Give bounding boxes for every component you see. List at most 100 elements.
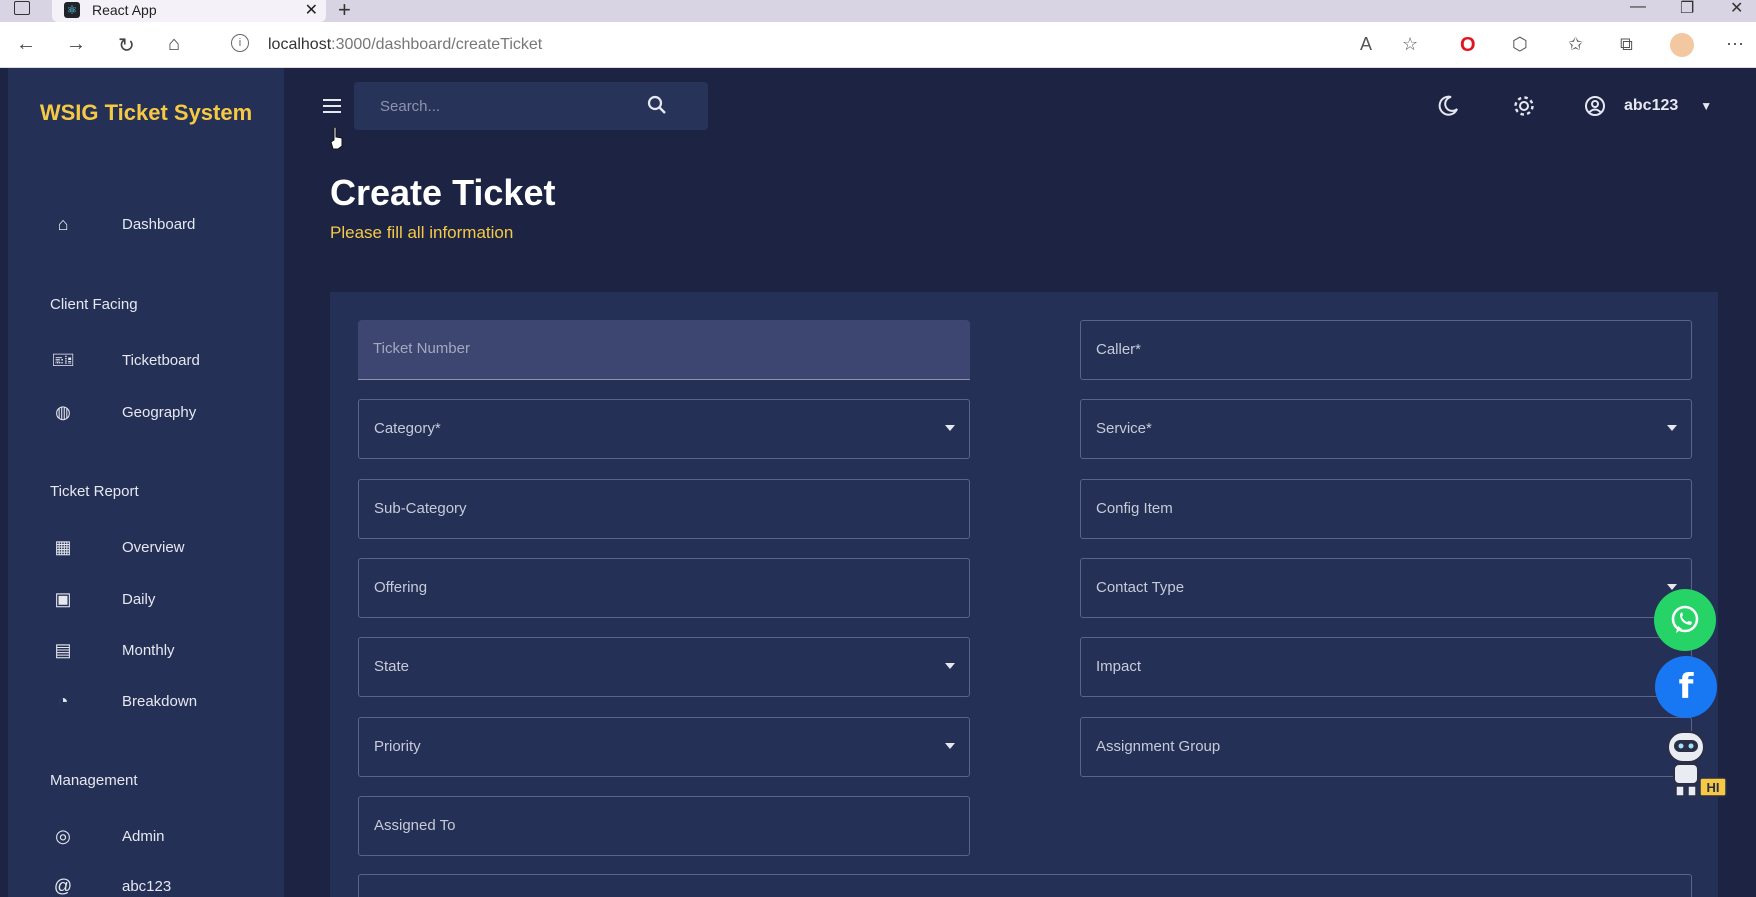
sidebar-item-label: Dashboard <box>122 215 196 233</box>
field-label: Caller* <box>1096 341 1142 358</box>
dark-mode-icon[interactable] <box>1436 94 1460 118</box>
calendar-icon: ▣ <box>54 588 72 609</box>
chevron-down-icon: ▼ <box>1700 99 1713 113</box>
user-circle-icon <box>1585 96 1605 116</box>
assignment-group-field[interactable]: Assignment Group <box>1080 717 1692 777</box>
page-title: Create Ticket <box>330 172 556 213</box>
bot-badge-text: HI <box>1707 780 1720 795</box>
create-ticket-form: Ticket Number Caller* Category* Service*… <box>330 292 1718 897</box>
sidebar-item-geography[interactable]: ◍ Geography <box>50 400 196 424</box>
menu-icon[interactable] <box>322 98 342 114</box>
page-subtitle: Please fill all information <box>330 223 514 242</box>
new-tab-icon[interactable]: + <box>338 0 351 23</box>
dropdown-arrow-icon <box>945 743 955 749</box>
category-select[interactable]: Category* <box>358 399 970 459</box>
sidebar-footer-user[interactable]: @ abc123 <box>50 874 171 897</box>
section-management: Management <box>50 772 138 789</box>
sidebar-toggle-icon[interactable] <box>14 1 30 15</box>
impact-select[interactable]: Impact <box>1080 637 1692 697</box>
site-info-icon[interactable]: i <box>231 34 249 52</box>
field-label: Assigned To <box>374 817 456 834</box>
whatsapp-icon <box>1671 605 1699 633</box>
react-icon: ⚛ <box>64 2 80 18</box>
restore-icon[interactable]: ❐ <box>1680 0 1694 18</box>
sidebar-item-monthly[interactable]: ▤ Monthly <box>50 638 174 662</box>
service-select[interactable]: Service* <box>1080 399 1692 459</box>
sidebar-item-label: Daily <box>122 590 156 608</box>
favorites-icon[interactable]: ✩ <box>1568 34 1583 55</box>
field-label: Category* <box>374 420 441 437</box>
user-menu[interactable]: abc123 ▼ <box>1584 95 1712 117</box>
section-client-facing: Client Facing <box>50 296 138 313</box>
minimize-icon[interactable]: — <box>1630 0 1646 16</box>
browser-tab[interactable]: ⚛ React App ✕ <box>52 0 326 22</box>
sidebar: WSIG Ticket System ⌂ Dashboard Client Fa… <box>8 68 284 897</box>
read-aloud-icon[interactable]: A <box>1360 34 1372 55</box>
address-bar: ← → ↻ ⌂ i localhost:3000/dashboard/creat… <box>0 22 1756 68</box>
profile-avatar[interactable] <box>1670 33 1694 57</box>
sidebar-item-label: Geography <box>122 403 197 421</box>
facebook-icon: f <box>1678 667 1694 707</box>
close-tab-icon[interactable]: ✕ <box>305 0 318 20</box>
ticket-icon: 🎫︎ <box>51 349 75 370</box>
sidebar-footer-label: abc123 <box>122 877 172 895</box>
username: abc123 <box>1624 97 1679 114</box>
section-ticket-report: Ticket Report <box>50 483 139 500</box>
sidebar-item-breakdown[interactable]: ◔ Breakdown <box>50 689 197 713</box>
search-icon[interactable] <box>646 94 668 116</box>
back-icon[interactable]: ← <box>16 33 36 56</box>
field-label: Offering <box>374 579 428 596</box>
field-label: Priority <box>374 738 421 755</box>
chatbot-widget[interactable]: HI <box>1660 730 1728 800</box>
browser-tab-bar: ⚛ React App ✕ + — ❐ ✕ <box>0 0 1756 22</box>
extension-icon[interactable]: ⬡ <box>1512 34 1528 55</box>
search-bar <box>354 82 708 130</box>
contact-type-select[interactable]: Contact Type <box>1080 558 1692 618</box>
sidebar-item-label: Admin <box>122 827 165 845</box>
forward-icon[interactable]: → <box>66 33 86 56</box>
sidebar-item-overview[interactable]: ▦ Overview <box>50 535 184 559</box>
sidebar-item-daily[interactable]: ▣ Daily <box>50 587 155 611</box>
config-item-field[interactable]: Config Item <box>1080 479 1692 539</box>
caller-field[interactable]: Caller* <box>1080 320 1692 380</box>
sidebar-item-ticketboard[interactable]: 🎫︎ Ticketboard <box>50 348 200 372</box>
url-text: localhost:3000/dashboard/createTicket <box>268 36 543 53</box>
assigned-to-field[interactable]: Assigned To <box>358 796 970 856</box>
home-browser-icon[interactable]: ⌂ <box>168 33 180 56</box>
sub-category-field[interactable]: Sub-Category <box>358 479 970 539</box>
sidebar-item-label: Monthly <box>122 641 175 659</box>
favorite-add-icon[interactable]: ☆ <box>1402 34 1418 55</box>
facebook-button[interactable]: f <box>1655 656 1717 718</box>
dropdown-arrow-icon <box>945 425 955 431</box>
brand-title: WSIG Ticket System <box>39 100 253 125</box>
sidebar-item-label: Overview <box>122 538 185 556</box>
field-label: Sub-Category <box>374 500 467 517</box>
window-close-icon[interactable]: ✕ <box>1730 0 1743 18</box>
user-circle-icon: @ <box>53 875 73 896</box>
field-label: Ticket Number <box>373 340 470 357</box>
search-input[interactable] <box>354 82 654 130</box>
pie-chart-icon: ◔ <box>57 690 69 711</box>
more-icon[interactable]: ⋯ <box>1726 34 1744 55</box>
whatsapp-button[interactable] <box>1654 589 1716 651</box>
tab-title: React App <box>92 2 157 18</box>
state-select[interactable]: State <box>358 637 970 697</box>
refresh-icon[interactable]: ↻ <box>118 33 135 58</box>
sidebar-item-admin[interactable]: ◎ Admin <box>50 824 164 848</box>
ticket-number-field[interactable]: Ticket Number <box>358 320 970 380</box>
field-label: State <box>374 658 410 675</box>
dropdown-arrow-icon <box>945 663 955 669</box>
field-label: Contact Type <box>1096 579 1185 596</box>
description-field[interactable] <box>358 874 1692 897</box>
cash-register-icon: ▦ <box>54 536 72 557</box>
opera-extension-icon[interactable]: O <box>1460 34 1476 57</box>
field-label: Config Item <box>1096 500 1173 517</box>
sidebar-item-dashboard[interactable]: ⌂ Dashboard <box>50 212 196 236</box>
collections-icon[interactable]: ⧉ <box>1620 34 1633 55</box>
sidebar-item-label: Ticketboard <box>122 351 200 369</box>
priority-select[interactable]: Priority <box>358 717 970 777</box>
settings-gear-icon[interactable] <box>1512 94 1536 118</box>
offering-field[interactable]: Offering <box>358 558 970 618</box>
globe-icon: ◍ <box>55 401 71 422</box>
url-field[interactable]: i localhost:3000/dashboard/createTicket <box>226 32 1356 58</box>
